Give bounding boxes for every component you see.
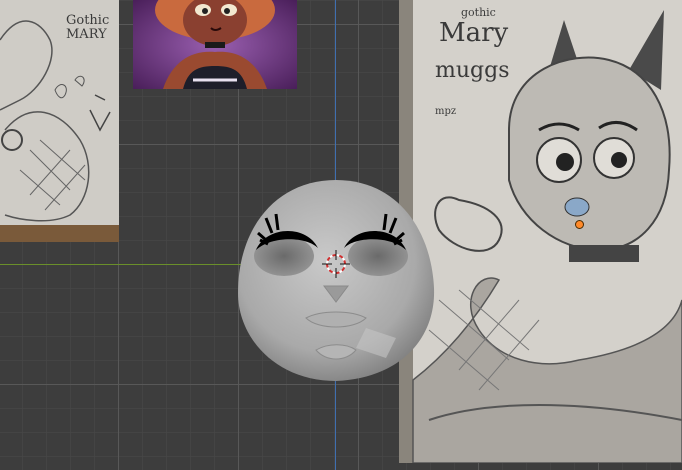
sketch-text-mpz: mpz — [435, 106, 457, 117]
reference-image-right[interactable]: gothic Mary muggs mpz — [399, 0, 682, 463]
3d-cursor-icon[interactable] — [322, 250, 350, 278]
sketch-text-mary: Mary — [439, 18, 509, 48]
sketch-left-caption: Gothic MARY — [66, 13, 110, 42]
selected-vertex-dot[interactable] — [575, 220, 584, 229]
sketch-text-muggs: muggs — [435, 58, 510, 83]
head-mesh-object[interactable] — [236, 178, 436, 384]
3d-viewport[interactable]: Gothic MARY gothic Mary muggs mpz — [0, 0, 682, 470]
reference-image-left[interactable]: Gothic MARY — [0, 0, 119, 242]
character-portrait-drawing — [133, 0, 297, 89]
reference-image-top[interactable] — [133, 0, 297, 89]
